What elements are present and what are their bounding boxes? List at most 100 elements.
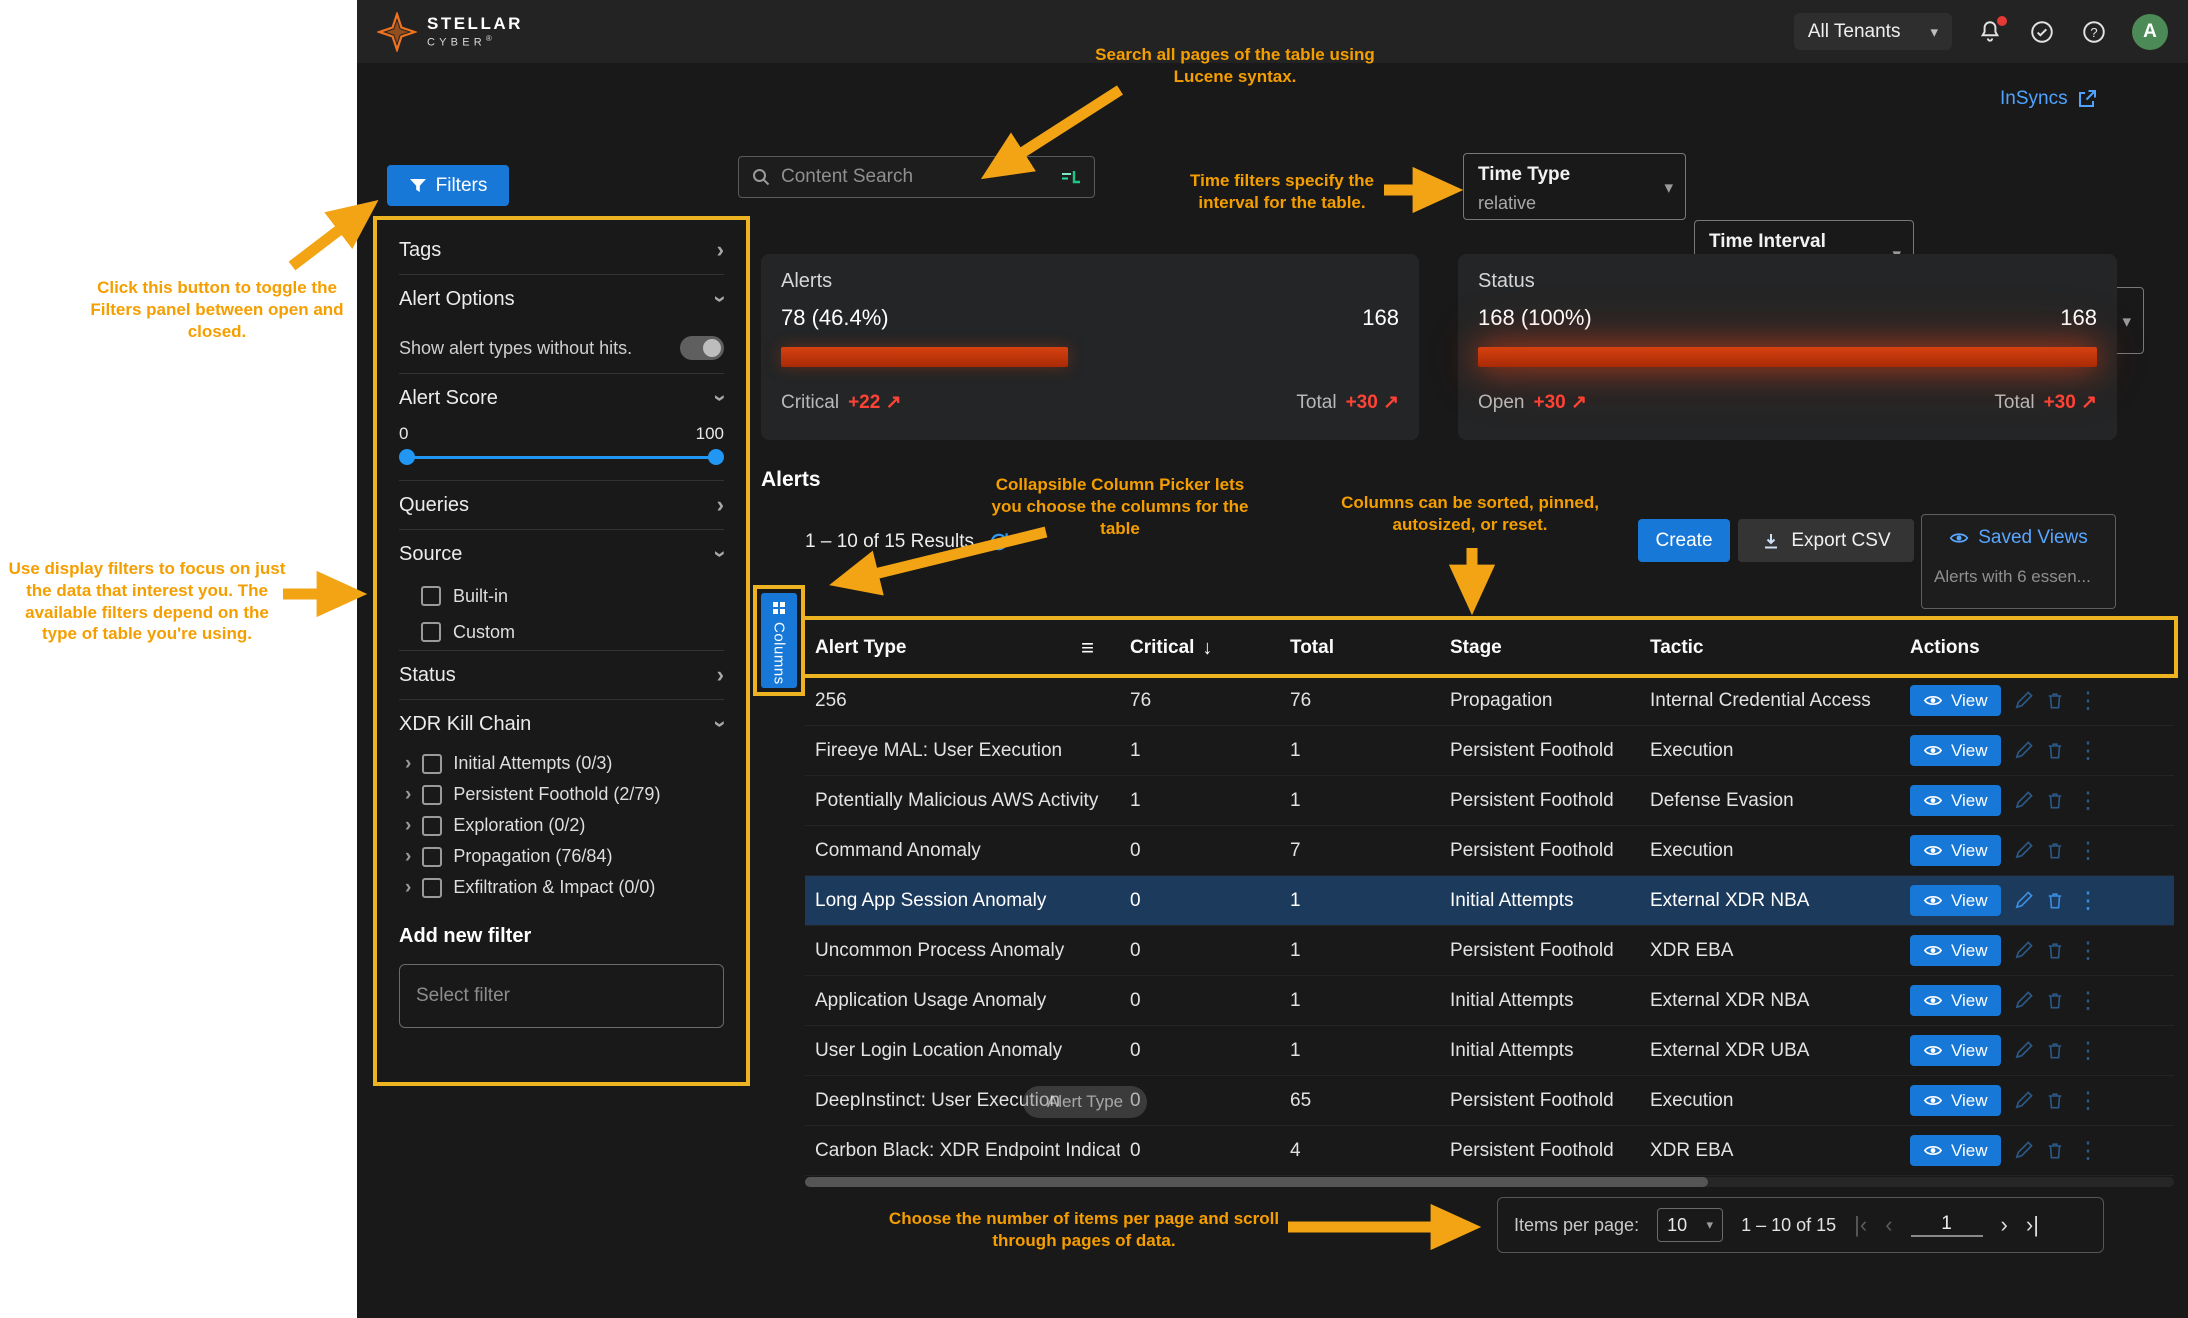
table-row[interactable]: Carbon Black: XDR Endpoint Indicator 0 4…: [805, 1126, 2174, 1176]
more-actions-icon[interactable]: ⋮: [2077, 739, 2100, 762]
table-row[interactable]: 256 76 76 Propagation Internal Credentia…: [805, 676, 2174, 726]
edit-icon[interactable]: [2014, 941, 2033, 960]
checkbox-icon[interactable]: [422, 847, 442, 867]
search-input[interactable]: [781, 166, 1050, 188]
export-csv-button[interactable]: Export CSV: [1738, 519, 1914, 562]
edit-icon[interactable]: [2014, 791, 2033, 810]
table-row[interactable]: User Login Location Anomaly 0 1 Initial …: [805, 1026, 2174, 1076]
alert-score-slider[interactable]: [399, 444, 724, 472]
view-button[interactable]: View: [1910, 785, 2001, 816]
more-actions-icon[interactable]: ⋮: [2077, 1039, 2100, 1062]
last-page-button[interactable]: ›|: [2026, 1214, 2039, 1236]
columns-picker-button[interactable]: Columns: [761, 593, 797, 688]
create-button[interactable]: Create: [1638, 519, 1730, 562]
filter-section-source[interactable]: Source ›: [399, 530, 724, 578]
edit-icon[interactable]: [2014, 891, 2033, 910]
kill-chain-item[interactable]: › Exploration (0/2): [399, 810, 724, 841]
kill-chain-item[interactable]: › Persistent Foothold (2/79): [399, 779, 724, 810]
saved-views[interactable]: Saved Views Alerts with 6 essen...: [1921, 514, 2116, 609]
more-actions-icon[interactable]: ⋮: [2077, 889, 2100, 912]
checkbox-icon[interactable]: [421, 586, 441, 606]
edit-icon[interactable]: [2014, 1041, 2033, 1060]
column-menu-icon[interactable]: ≡: [1081, 635, 1094, 661]
view-button[interactable]: View: [1910, 935, 2001, 966]
delete-icon[interactable]: [2046, 1091, 2064, 1110]
expander-icon[interactable]: ›: [405, 877, 411, 899]
table-row[interactable]: Command Anomaly 0 7 Persistent Foothold …: [805, 826, 2174, 876]
more-actions-icon[interactable]: ⋮: [2077, 689, 2100, 712]
delete-icon[interactable]: [2046, 841, 2064, 860]
view-button[interactable]: View: [1910, 1135, 2001, 1166]
next-page-button[interactable]: ›: [2001, 1214, 2008, 1236]
checkbox-icon[interactable]: [422, 878, 442, 898]
delete-icon[interactable]: [2046, 991, 2064, 1010]
delete-icon[interactable]: [2046, 691, 2064, 710]
scrollbar-thumb[interactable]: [805, 1177, 1708, 1187]
select-filter-input[interactable]: [399, 964, 724, 1028]
source-option-built-in[interactable]: Built-in: [399, 578, 724, 614]
insyncs-link[interactable]: InSyncs: [2000, 88, 2097, 110]
checkbox-icon[interactable]: [422, 785, 442, 805]
expander-icon[interactable]: ›: [405, 846, 411, 868]
tenant-selector[interactable]: All Tenants ▾: [1794, 13, 1952, 50]
items-per-page-select[interactable]: 10 ▾: [1657, 1208, 1723, 1242]
avatar[interactable]: A: [2132, 14, 2168, 50]
prev-page-button[interactable]: ‹: [1885, 1214, 1892, 1236]
kill-chain-item[interactable]: › Exfiltration & Impact (0/0): [399, 872, 724, 903]
edit-icon[interactable]: [2014, 1141, 2033, 1160]
checkbox-icon[interactable]: [422, 816, 442, 836]
show-alert-types-toggle[interactable]: [680, 336, 724, 360]
header-alert-type[interactable]: Alert Type ≡: [805, 635, 1120, 661]
more-actions-icon[interactable]: ⋮: [2077, 1139, 2100, 1162]
table-row[interactable]: Application Usage Anomaly 0 1 Initial At…: [805, 976, 2174, 1026]
horizontal-scrollbar[interactable]: [805, 1177, 2174, 1187]
table-row[interactable]: Fireeye MAL: User Execution 1 1 Persiste…: [805, 726, 2174, 776]
edit-icon[interactable]: [2014, 841, 2033, 860]
table-row[interactable]: Uncommon Process Anomaly 0 1 Persistent …: [805, 926, 2174, 976]
view-button[interactable]: View: [1910, 985, 2001, 1016]
expander-icon[interactable]: ›: [405, 753, 411, 775]
delete-icon[interactable]: [2046, 741, 2064, 760]
checkbox-icon[interactable]: [422, 754, 442, 774]
more-actions-icon[interactable]: ⋮: [2077, 1089, 2100, 1112]
slider-handle-max[interactable]: [708, 449, 724, 465]
view-button[interactable]: View: [1910, 835, 2001, 866]
edit-icon[interactable]: [2014, 691, 2033, 710]
expander-icon[interactable]: ›: [405, 784, 411, 806]
more-actions-icon[interactable]: ⋮: [2077, 989, 2100, 1012]
table-row[interactable]: Potentially Malicious AWS Activity 1 1 P…: [805, 776, 2174, 826]
filter-section-status[interactable]: Status ›: [399, 651, 724, 699]
more-actions-icon[interactable]: ⋮: [2077, 789, 2100, 812]
delete-icon[interactable]: [2046, 891, 2064, 910]
lucene-icon[interactable]: [1060, 169, 1082, 185]
header-tactic[interactable]: Tactic: [1640, 637, 1900, 659]
more-actions-icon[interactable]: ⋮: [2077, 839, 2100, 862]
edit-icon[interactable]: [2014, 1091, 2033, 1110]
filters-toggle-button[interactable]: Filters: [387, 165, 509, 206]
view-button[interactable]: View: [1910, 735, 2001, 766]
delete-icon[interactable]: [2046, 791, 2064, 810]
kill-chain-item[interactable]: › Propagation (76/84): [399, 841, 724, 872]
delete-icon[interactable]: [2046, 1041, 2064, 1060]
page-number-input[interactable]: [1911, 1213, 1983, 1237]
edit-icon[interactable]: [2014, 991, 2033, 1010]
slider-handle-min[interactable]: [399, 449, 415, 465]
delete-icon[interactable]: [2046, 941, 2064, 960]
view-button[interactable]: View: [1910, 685, 2001, 716]
table-row-selected[interactable]: Long App Session Anomaly 0 1 Initial Att…: [805, 876, 2174, 926]
time-type-select[interactable]: Time Type relative ▾: [1463, 153, 1686, 220]
filter-section-queries[interactable]: Queries ›: [399, 481, 724, 529]
filter-section-tags[interactable]: Tags ›: [399, 226, 724, 274]
header-critical[interactable]: Critical ↓: [1120, 637, 1280, 660]
first-page-button[interactable]: |‹: [1854, 1214, 1867, 1236]
header-stage[interactable]: Stage: [1440, 637, 1640, 659]
view-button[interactable]: View: [1910, 1035, 2001, 1066]
table-row[interactable]: DeepInstinct: User Execution 0 65 Persis…: [805, 1076, 2174, 1126]
help-icon[interactable]: [2080, 18, 2108, 46]
view-button[interactable]: View: [1910, 1085, 2001, 1116]
kill-chain-item[interactable]: › Initial Attempts (0/3): [399, 748, 724, 779]
delete-icon[interactable]: [2046, 1141, 2064, 1160]
edit-icon[interactable]: [2014, 741, 2033, 760]
notifications-bell-icon[interactable]: [1976, 18, 2004, 46]
filter-section-alert-options[interactable]: Alert Options ›: [399, 275, 724, 323]
